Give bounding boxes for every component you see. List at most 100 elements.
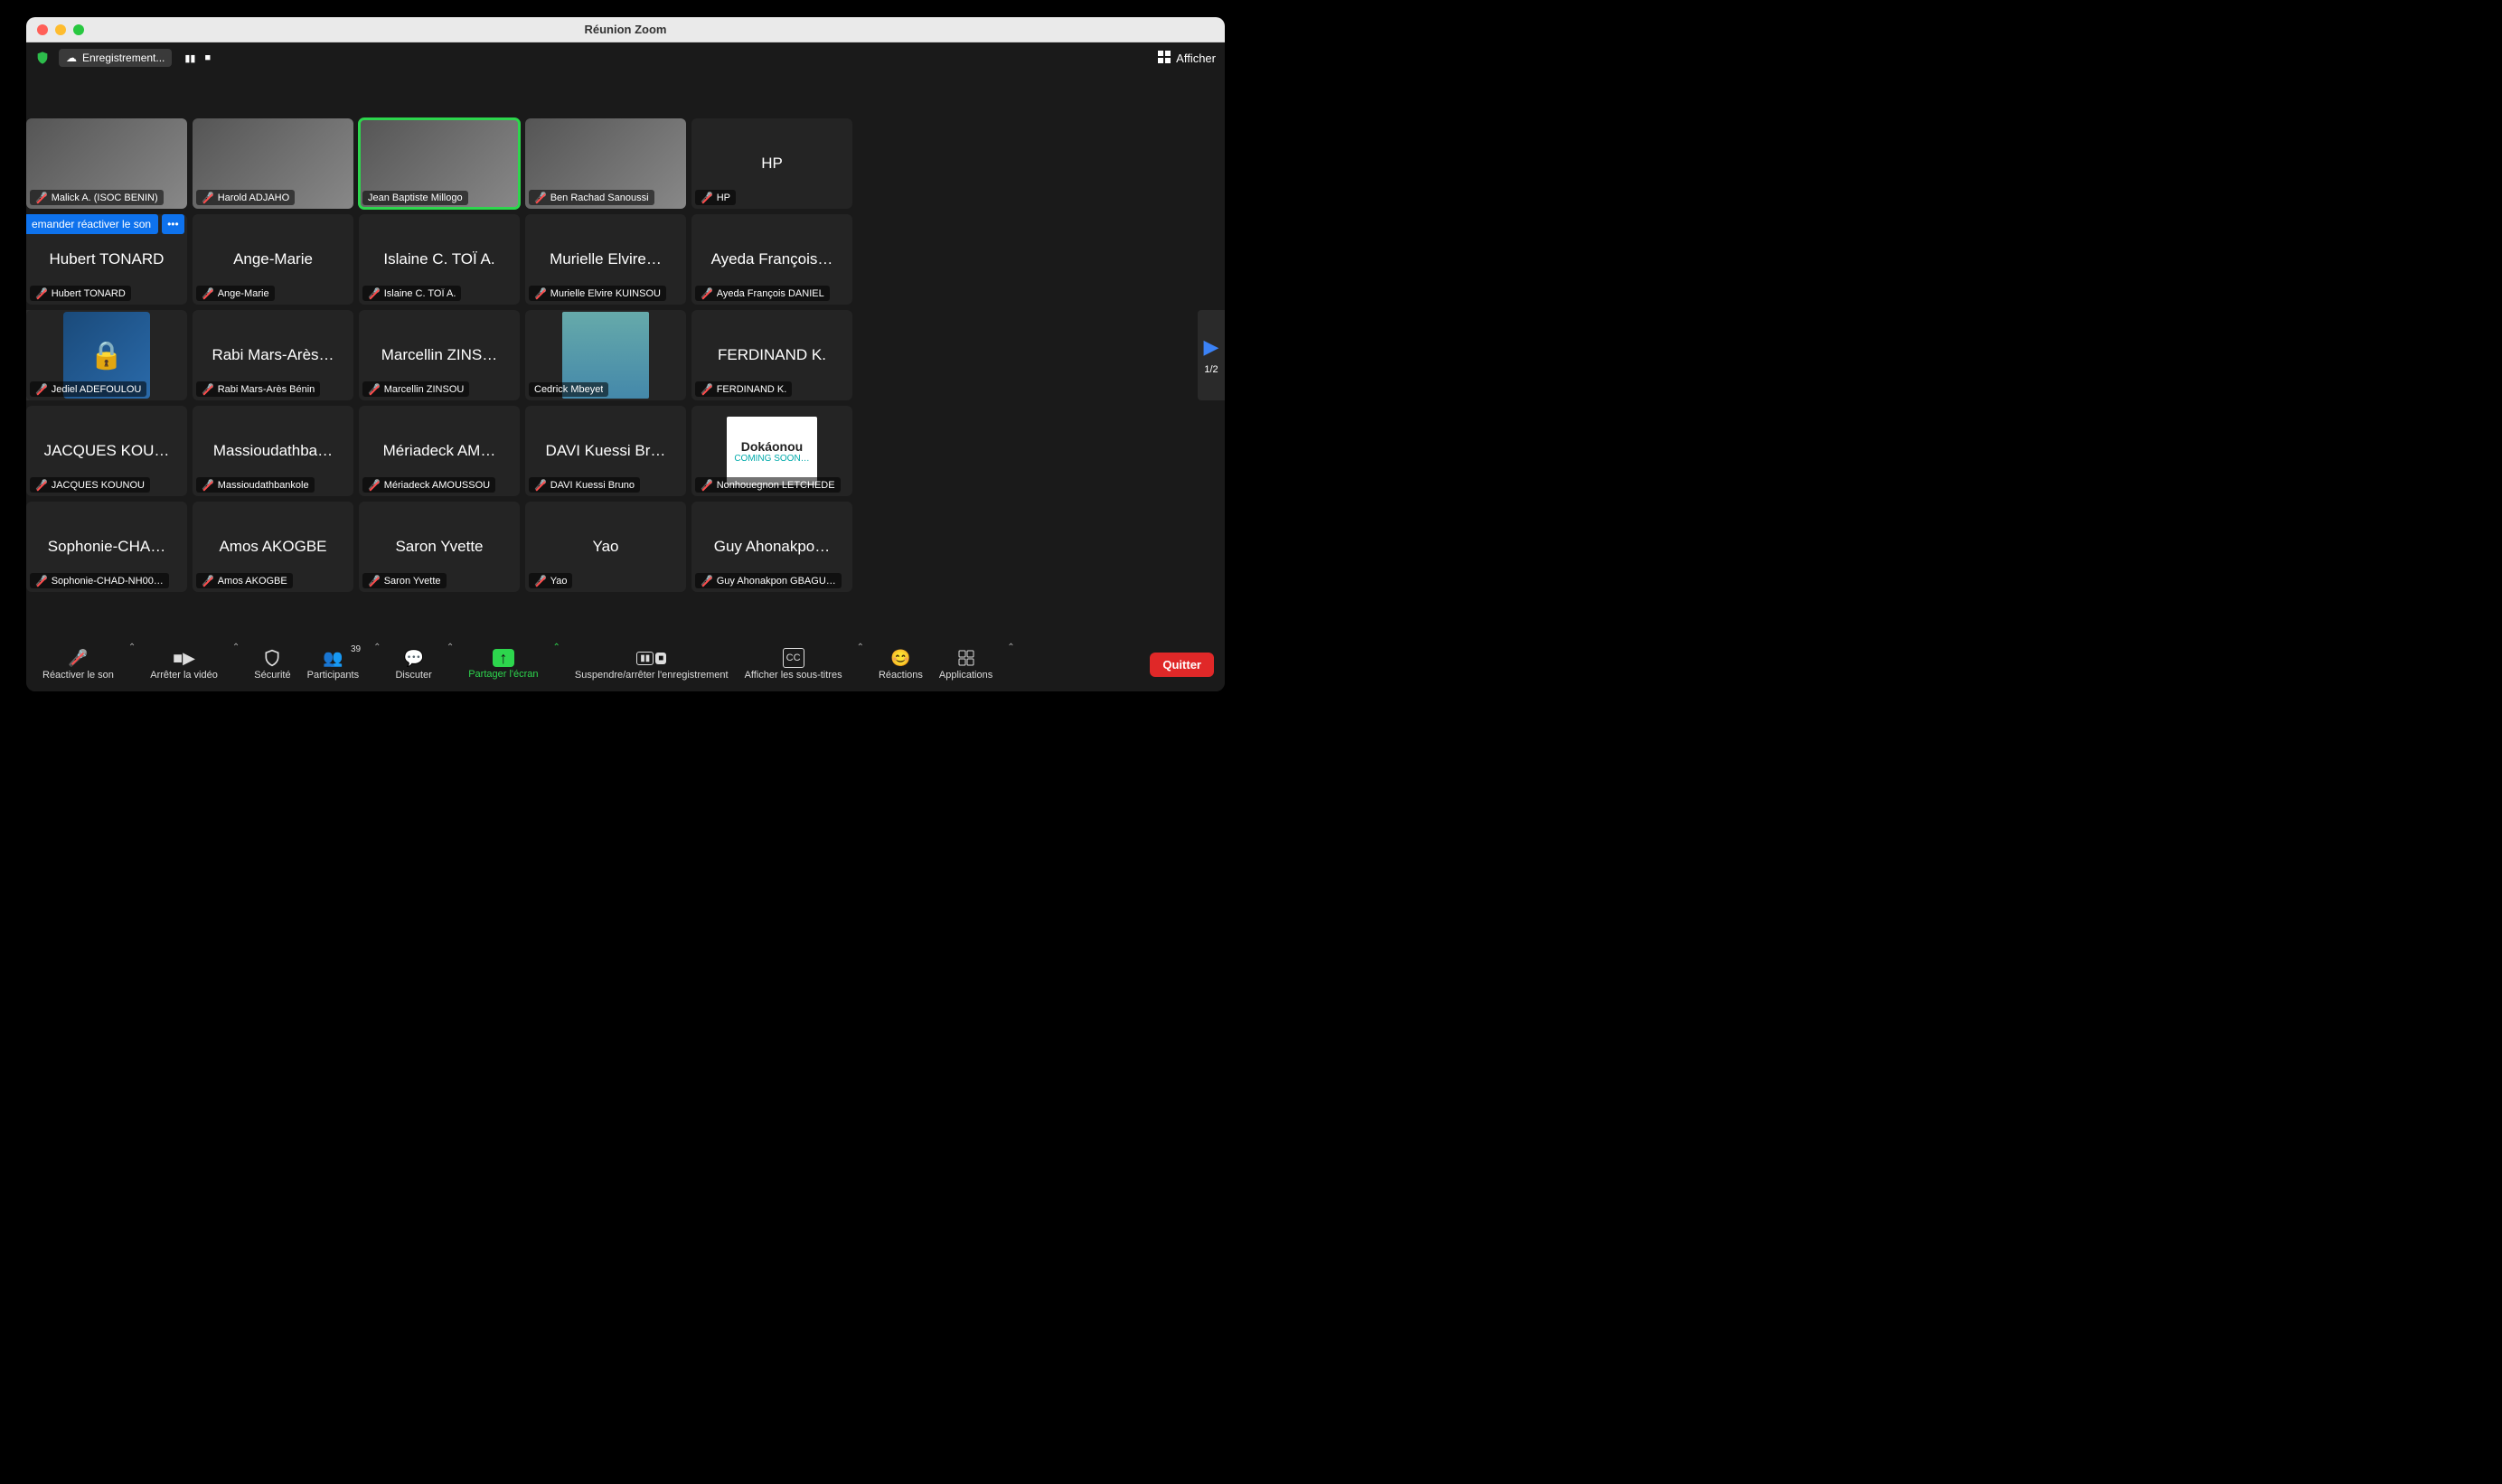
reactions-button[interactable]: 😊 Réactions [873, 644, 928, 684]
zoom-window: Réunion Zoom ☁ Enregistrement... ▮▮ ■ Af… [26, 17, 1225, 691]
participant-display-name: Ange-Marie [193, 250, 353, 268]
participant-tile[interactable]: Mériadeck AM… 🎤Mériadeck AMOUSSOU [359, 406, 520, 496]
participant-name-label: 🎤Malick A. (ISOC BENIN) [30, 190, 164, 205]
cloud-record-icon: ☁ [66, 52, 77, 64]
participants-menu-chevron[interactable]: ⌃ [370, 643, 384, 653]
reactions-icon: 😊 [890, 648, 910, 668]
video-menu-chevron[interactable]: ⌃ [229, 643, 243, 653]
tile-more-button[interactable]: ••• [162, 214, 184, 234]
microphone-muted-icon: 🎤 [534, 479, 547, 491]
video-camera-icon: ■▶ [173, 648, 195, 668]
encryption-shield-icon[interactable] [35, 51, 50, 65]
participant-tile[interactable]: 🎤Ben Rachad Sanoussi [525, 118, 686, 209]
participant-tile[interactable]: Ayeda François…🎤Ayeda François DANIEL [691, 214, 852, 305]
participant-name-label: 🎤Hubert TONARD [30, 286, 131, 301]
apps-menu-chevron[interactable]: ⌃ [1003, 643, 1018, 653]
participant-tile[interactable]: Cedrick Mbeyet [525, 310, 686, 400]
shield-icon [263, 648, 281, 668]
apps-icon [958, 648, 974, 668]
pause-recording-icon[interactable]: ▮▮ [184, 52, 195, 64]
participant-tile[interactable]: Rabi Mars-Arès… 🎤Rabi Mars-Arès Bénin [193, 310, 353, 400]
participant-name-label: 🎤HP [695, 190, 736, 205]
participant-tile[interactable]: JACQUES KOU…🎤JACQUES KOUNOU [26, 406, 187, 496]
participant-tile[interactable]: FERDINAND K.🎤FERDINAND K. [691, 310, 852, 400]
participant-name-label: 🎤Rabi Mars-Arès Bénin [196, 381, 320, 397]
audio-menu-chevron[interactable]: ⌃ [125, 643, 139, 653]
participants-button[interactable]: 👥 39 Participants [302, 644, 364, 684]
close-window-button[interactable] [37, 24, 48, 35]
microphone-muted-icon: 🎤 [701, 287, 713, 299]
participant-tile[interactable]: Ange-Marie 🎤Ange-Marie [193, 214, 353, 305]
record-button[interactable]: ▮▮ ■ Suspendre/arrêter l'enregistrement [569, 644, 734, 684]
chat-button[interactable]: 💬 Discuter [390, 644, 437, 684]
participant-name-label: 🎤Guy Ahonakpon GBAGU… [695, 573, 842, 588]
closed-captions-button[interactable]: CC Afficher les sous-titres [739, 644, 848, 684]
participant-name-label: 🎤Nonhouegnon LETCHEDE [695, 477, 841, 493]
participant-tile[interactable]: Murielle Elvire…🎤Murielle Elvire KUINSOU [525, 214, 686, 305]
participant-display-name: Saron Yvette [359, 538, 520, 556]
participant-name-label: 🎤JACQUES KOUNOU [30, 477, 150, 493]
participant-tile[interactable]: 🎤Malick A. (ISOC BENIN) [26, 118, 187, 209]
microphone-muted-icon: 🎤 [202, 192, 214, 203]
microphone-muted-icon: 🎤 [701, 575, 713, 587]
microphone-muted-icon: 🎤 [368, 383, 381, 395]
participant-tile[interactable]: Islaine C. TOÏ A.🎤Islaine C. TOÏ A. [359, 214, 520, 305]
participant-tile[interactable]: Amos AKOGBE🎤Amos AKOGBE [193, 502, 353, 592]
audio-button[interactable]: 🎤 Réactiver le son [37, 644, 119, 684]
participant-display-name: Ayeda François… [691, 250, 852, 268]
participant-display-name: Mériadeck AM… [359, 442, 520, 460]
participant-name-label: 🎤Jediel ADEFOULOU [30, 381, 146, 397]
microphone-muted-icon: 🎤 [701, 383, 713, 395]
participant-tile[interactable]: 🔒🎤Jediel ADEFOULOU [26, 310, 187, 400]
microphone-muted-icon: 🎤 [534, 287, 547, 299]
stop-recording-icon[interactable]: ■ [204, 52, 211, 64]
security-button[interactable]: Sécurité [249, 644, 296, 684]
gallery-area: ◀ 1/2 emander réactiver le son ••• 🎤Mali… [26, 73, 1225, 637]
chat-menu-chevron[interactable]: ⌃ [443, 643, 457, 653]
apps-button[interactable]: Applications [934, 644, 998, 684]
microphone-muted-icon: 🎤 [368, 479, 381, 491]
cc-menu-chevron[interactable]: ⌃ [853, 643, 868, 653]
participant-display-name: Hubert TONARD [26, 250, 187, 268]
pause-stop-record-icon: ▮▮ ■ [636, 648, 666, 668]
participant-tile[interactable]: Jean Baptiste Millogo [359, 118, 520, 209]
microphone-muted-icon: 🎤 [701, 479, 713, 491]
participant-name-label: 🎤Islaine C. TOÏ A. [362, 286, 461, 301]
participant-name-label: 🎤DAVI Kuessi Bruno [529, 477, 640, 493]
participant-name-label: 🎤Ange-Marie [196, 286, 275, 301]
share-menu-chevron[interactable]: ⌃ [550, 643, 564, 653]
minimize-window-button[interactable] [55, 24, 66, 35]
microphone-muted-icon: 🎤 [35, 383, 48, 395]
page-next-button[interactable]: ▶ 1/2 [1198, 310, 1225, 400]
participant-display-name: Sophonie-CHA… [26, 538, 187, 556]
maximize-window-button[interactable] [73, 24, 84, 35]
ask-unmute-button[interactable]: emander réactiver le son [26, 214, 158, 234]
microphone-muted-icon: 🎤 [701, 192, 713, 203]
leave-button[interactable]: Quitter [1150, 653, 1214, 677]
cc-icon: CC [783, 648, 804, 668]
participant-tile[interactable]: Yao🎤Yao [525, 502, 686, 592]
participant-tile[interactable]: Marcellin ZINS…🎤Marcellin ZINSOU [359, 310, 520, 400]
participant-name-label: Jean Baptiste Millogo [362, 191, 468, 205]
participant-tile[interactable]: DAVI Kuessi Br… 🎤DAVI Kuessi Bruno [525, 406, 686, 496]
view-menu-button[interactable]: Afficher [1158, 51, 1216, 66]
participant-tile[interactable]: Sophonie-CHA…🎤Sophonie-CHAD-NH00… [26, 502, 187, 592]
participant-tile[interactable]: Saron Yvette🎤Saron Yvette [359, 502, 520, 592]
participant-tile[interactable]: HP🎤HP [691, 118, 852, 209]
microphone-muted-icon: 🎤 [202, 479, 214, 491]
microphone-muted-icon: 🎤 [534, 575, 547, 587]
participant-tile[interactable]: Massioudathba…🎤Massioudathbankole [193, 406, 353, 496]
participant-tile[interactable]: DokáonouCOMING SOON…🎤Nonhouegnon LETCHED… [691, 406, 852, 496]
video-button[interactable]: ■▶ Arrêter la vidéo [145, 644, 223, 684]
participant-tile[interactable]: 🎤Harold ADJAHO [193, 118, 353, 209]
share-screen-button[interactable]: ↑ Partager l'écran [463, 645, 543, 683]
participant-name-label: 🎤FERDINAND K. [695, 381, 792, 397]
participants-icon: 👥 [323, 648, 343, 668]
participant-tile[interactable]: Guy Ahonakpo…🎤Guy Ahonakpon GBAGU… [691, 502, 852, 592]
meeting-topbar: ☁ Enregistrement... ▮▮ ■ Afficher [26, 42, 1225, 73]
recording-indicator[interactable]: ☁ Enregistrement... [59, 49, 172, 67]
participant-name-label: 🎤Mériadeck AMOUSSOU [362, 477, 495, 493]
microphone-muted-icon: 🎤 [368, 575, 381, 587]
participant-display-name: Rabi Mars-Arès… [193, 346, 353, 364]
participant-display-name: DAVI Kuessi Br… [525, 442, 686, 460]
